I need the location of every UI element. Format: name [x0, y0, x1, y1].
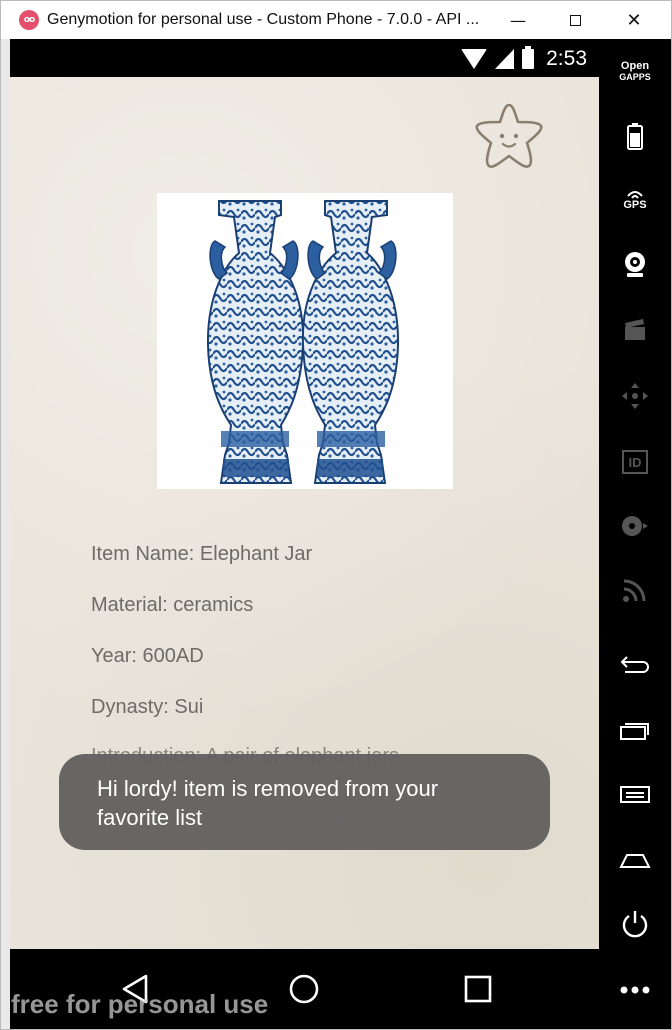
opengapps-label-line1: Open [620, 60, 650, 72]
right-vase [301, 200, 400, 484]
battery-icon [522, 46, 535, 69]
gps-label: GPS [623, 199, 647, 211]
opengapps-button[interactable]: Open GAPPS [599, 47, 671, 97]
year-text: Year: 600AD [91, 645, 204, 667]
genymotion-logo-icon: oo [19, 10, 39, 30]
item-image [157, 193, 453, 489]
power-button[interactable] [599, 899, 671, 949]
item-name-text: Item Name: Elephant Jar [91, 543, 313, 565]
background-window-edge [1, 39, 10, 1029]
android-nav-bar [10, 949, 599, 1029]
left-vase [206, 200, 305, 484]
maximize-icon [569, 14, 581, 26]
genymotion-toolbar: Open GAPPS GPS ID [599, 39, 671, 1029]
dpad-widget-button[interactable] [599, 371, 671, 421]
maximize-button[interactable] [550, 1, 600, 39]
minimize-button[interactable]: — [493, 1, 543, 39]
more-options-button[interactable] [599, 965, 671, 1015]
move-arrows-icon [622, 383, 648, 409]
home-icon[interactable] [286, 971, 322, 1007]
gps-signal-icon [627, 191, 643, 199]
phone-screen: 2:53 Item Name: Elephant Jar Material: c… [10, 39, 599, 949]
screencast-widget-button[interactable] [599, 305, 671, 355]
webcam-icon [625, 252, 645, 277]
item-info: Item Name: Elephant Jar Material: cerami… [91, 539, 399, 769]
material-text: Material: ceramics [91, 594, 254, 616]
close-icon: ✕ [626, 9, 642, 31]
status-bar: 2:53 [10, 39, 599, 77]
recents-icon[interactable] [460, 971, 496, 1007]
sidebar-home-button[interactable] [599, 835, 671, 885]
rss-cast-icon [623, 579, 646, 602]
sidebar-menu-button[interactable] [599, 769, 671, 819]
disk-icon [622, 516, 648, 536]
power-icon [622, 911, 648, 938]
recent-apps-icon [620, 723, 649, 740]
sidebar-back-button[interactable] [599, 639, 671, 689]
opengapps-icon: Open GAPPS [619, 61, 651, 83]
emulator-window: oo Genymotion for personal use - Custom … [0, 0, 672, 1030]
wifi-icon [461, 49, 488, 69]
opengapps-label-line2: GAPPS [619, 72, 651, 82]
close-button[interactable]: ✕ [609, 1, 659, 39]
webcam-widget-button[interactable] [599, 239, 671, 289]
dynasty-text: Dynasty: Sui [91, 696, 204, 718]
cell-signal-icon [495, 49, 515, 69]
return-arrow-icon [620, 656, 649, 673]
clapperboard-icon [625, 319, 645, 340]
elephant-jar-vases-image [206, 200, 400, 484]
id-icon: ID [622, 450, 648, 474]
minimize-icon: — [510, 10, 526, 30]
disk-io-widget-button[interactable] [599, 501, 671, 551]
device-id-widget-button[interactable]: ID [599, 437, 671, 487]
battery-widget-button[interactable] [599, 111, 671, 161]
gps-widget-button[interactable]: GPS [599, 175, 671, 225]
battery-widget-icon [627, 123, 643, 150]
favorite-star-icon[interactable] [473, 101, 545, 171]
more-dots-icon [620, 986, 650, 994]
home-outline-icon [619, 854, 651, 868]
window-titlebar[interactable]: oo Genymotion for personal use - Custom … [1, 1, 671, 39]
toast-message: Hi lordy! item is removed from your favo… [59, 754, 550, 850]
back-icon[interactable] [118, 971, 154, 1007]
status-time: 2:53 [546, 47, 587, 70]
cast-widget-button[interactable] [599, 565, 671, 615]
item-detail-view: Item Name: Elephant Jar Material: cerami… [10, 77, 599, 949]
window-title: Genymotion for personal use - Custom Pho… [47, 11, 480, 28]
sidebar-recents-button[interactable] [599, 705, 671, 755]
menu-icon [620, 786, 650, 803]
